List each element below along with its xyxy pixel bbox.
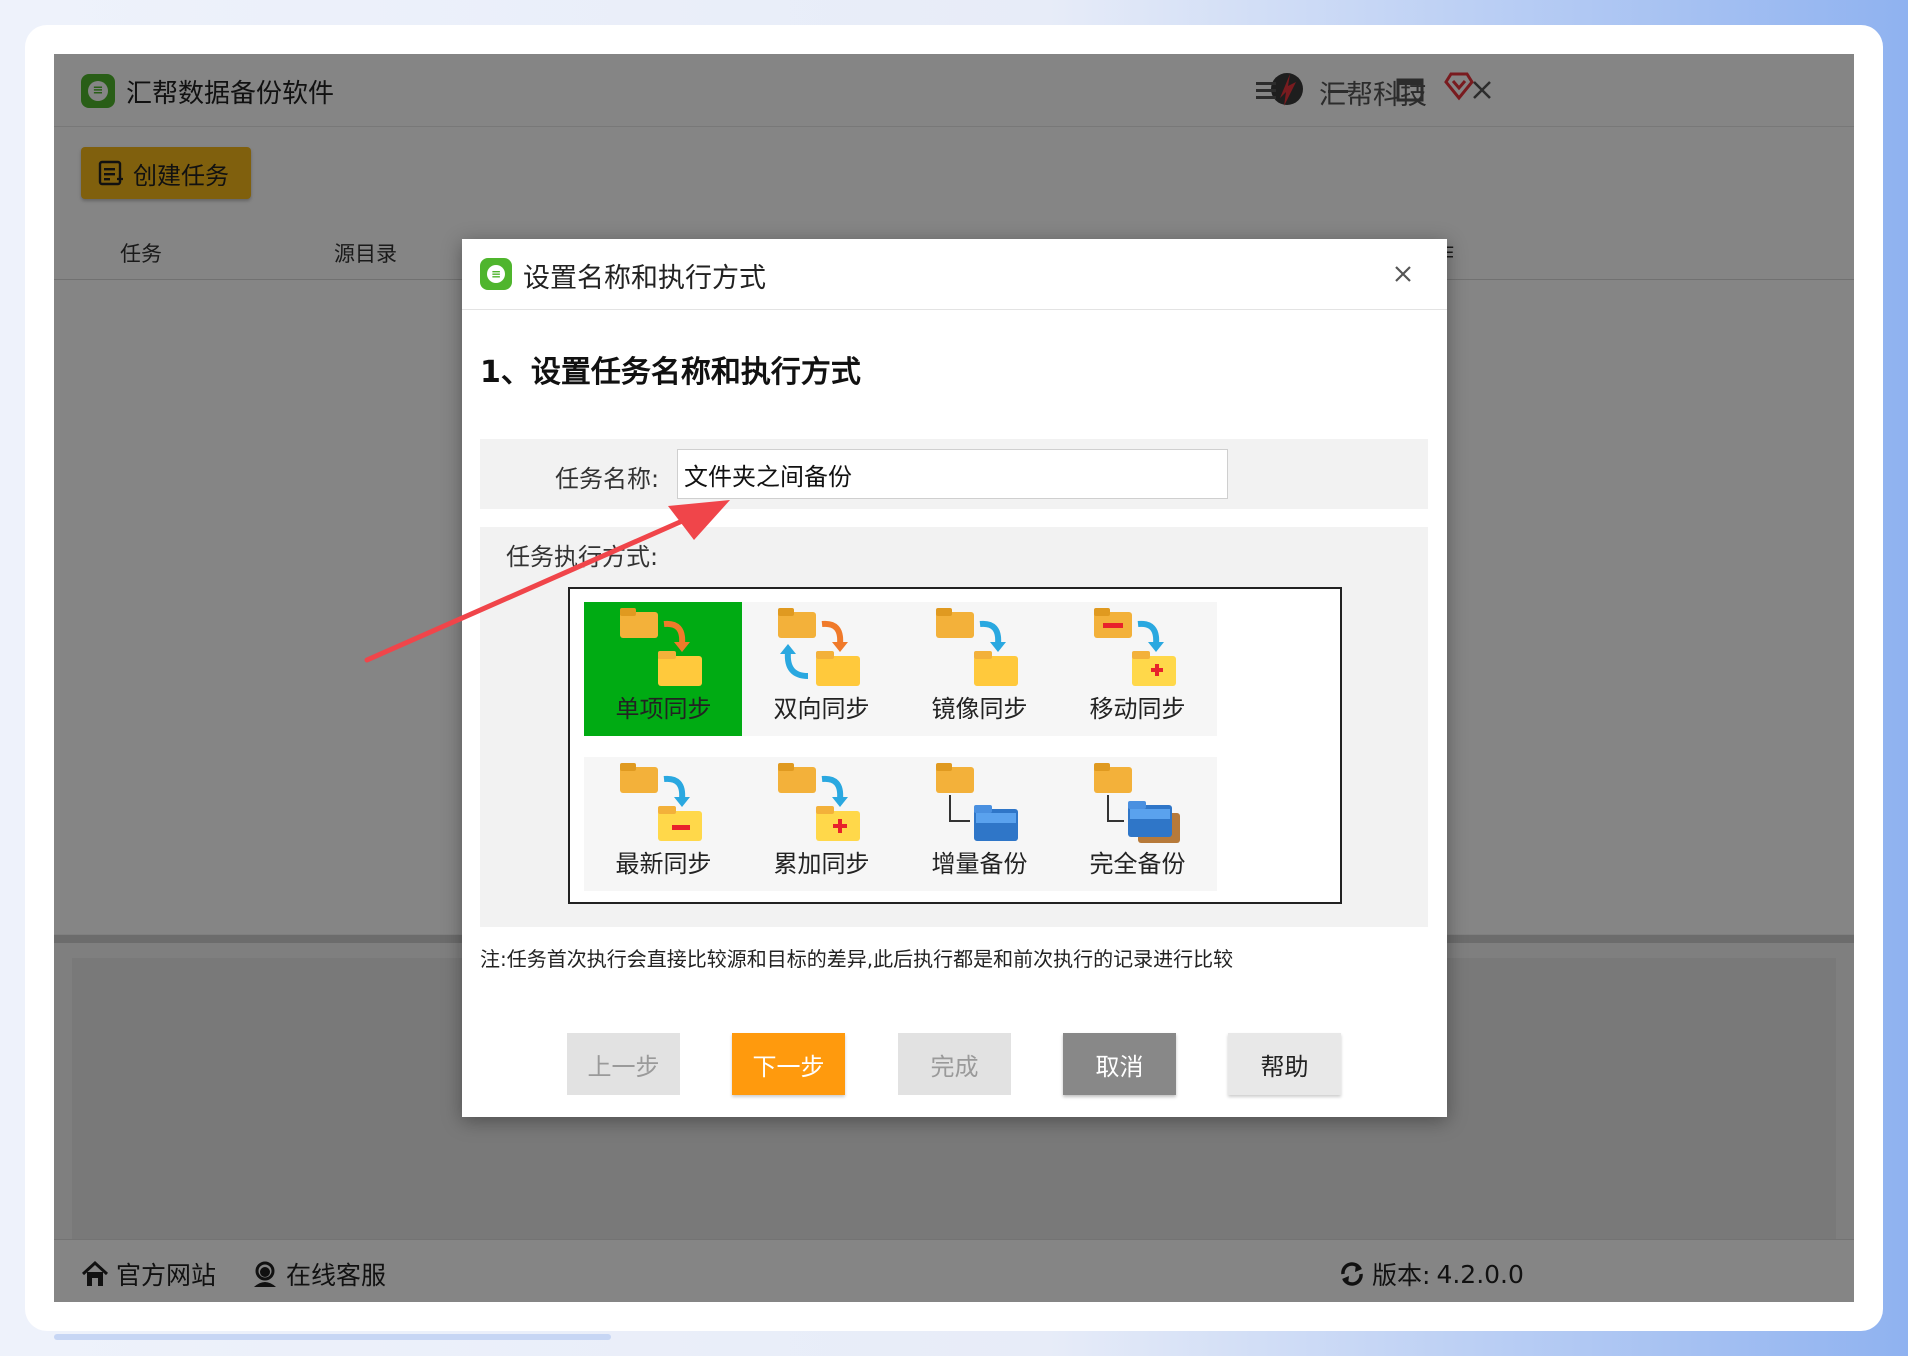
- move-sync-icon: [1094, 608, 1176, 686]
- mode-cumulative-sync[interactable]: 累加同步: [742, 757, 901, 891]
- task-name-label: 任务名称:: [555, 465, 660, 493]
- cancel-button[interactable]: 取消: [1063, 1033, 1176, 1095]
- mode-mirror-sync[interactable]: 镜像同步: [900, 602, 1059, 736]
- dialog-title: 设置名称和执行方式: [523, 263, 766, 294]
- mode-label-incremental: 增量备份: [931, 850, 1028, 878]
- finish-button[interactable]: 完成: [898, 1033, 1011, 1095]
- task-name-panel: 任务名称:: [480, 439, 1428, 509]
- mode-label-mirror: 镜像同步: [931, 695, 1028, 723]
- next-step-button[interactable]: 下一步: [732, 1033, 845, 1095]
- full-backup-icon: [1094, 763, 1180, 843]
- one-way-sync-icon: [620, 608, 702, 686]
- frame-bottom-line: [54, 1334, 611, 1340]
- mode-two-way-sync[interactable]: 双向同步: [742, 602, 901, 736]
- dialog-close-icon[interactable]: [1388, 259, 1418, 289]
- mode-one-way-sync[interactable]: 单项同步: [584, 602, 743, 736]
- two-way-sync-icon: [778, 608, 860, 686]
- help-button[interactable]: 帮助: [1228, 1033, 1341, 1095]
- task-name-input[interactable]: [677, 449, 1228, 499]
- mode-label-cumulative: 累加同步: [773, 850, 870, 878]
- settings-dialog: ≡ 设置名称和执行方式 1、设置任务名称和执行方式 任务名称: 任务执行方式: …: [462, 239, 1447, 1117]
- prev-step-button[interactable]: 上一步: [567, 1033, 680, 1095]
- execution-mode-panel: 任务执行方式: 单项同步 双向同步 镜像同步 移动同步 最新同步 累加同步 增量…: [480, 527, 1428, 927]
- mode-latest-sync[interactable]: 最新同步: [584, 757, 743, 891]
- mode-label-full: 完全备份: [1089, 850, 1186, 878]
- incremental-backup-icon: [936, 763, 1018, 841]
- execution-mode-label: 任务执行方式:: [506, 543, 659, 571]
- mode-label-latest: 最新同步: [615, 850, 712, 878]
- dialog-logo-icon: ≡: [480, 258, 512, 290]
- mode-label-move: 移动同步: [1089, 695, 1186, 723]
- latest-sync-icon: [620, 763, 702, 841]
- cumulative-sync-icon: [778, 763, 860, 841]
- step-heading: 1、设置任务名称和执行方式: [480, 355, 861, 390]
- dialog-titlebar: ≡ 设置名称和执行方式: [462, 239, 1447, 310]
- mode-move-sync[interactable]: 移动同步: [1058, 602, 1217, 736]
- mode-incremental-backup[interactable]: 增量备份: [900, 757, 1059, 891]
- task-note: 注:任务首次执行会直接比较源和目标的差异,此后执行都是和前次执行的记录进行比较: [480, 947, 1234, 971]
- mode-grid: 单项同步 双向同步 镜像同步 移动同步 最新同步 累加同步 增量备份 完全备份: [568, 587, 1342, 904]
- mode-label-one-way: 单项同步: [615, 695, 712, 723]
- mirror-sync-icon: [936, 608, 1018, 686]
- mode-full-backup[interactable]: 完全备份: [1058, 757, 1217, 891]
- mode-label-two-way: 双向同步: [773, 695, 870, 723]
